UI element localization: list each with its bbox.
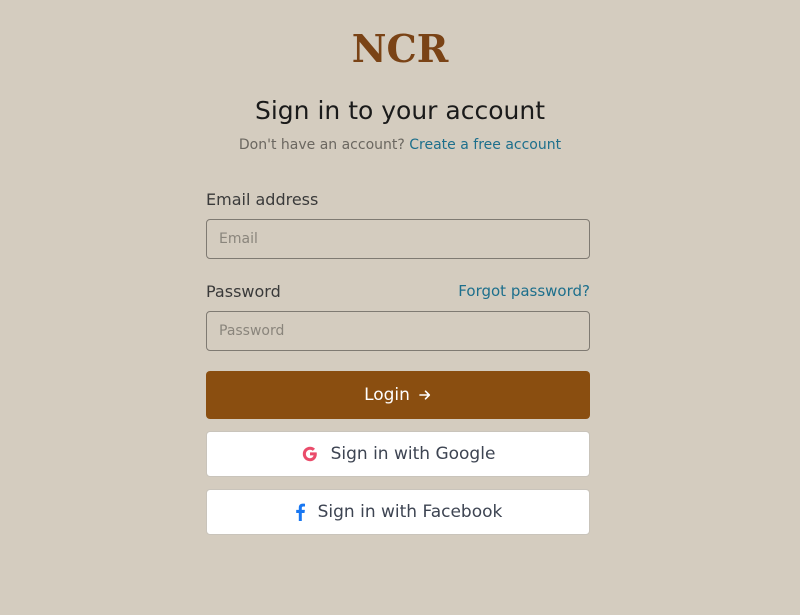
google-button-label: Sign in with Google (330, 444, 496, 464)
login-button-label: Login (364, 385, 410, 405)
facebook-icon (294, 503, 306, 521)
password-input[interactable] (206, 311, 590, 351)
google-icon (301, 445, 319, 463)
password-label: Password (206, 282, 281, 301)
google-signin-button[interactable]: Sign in with Google (206, 431, 590, 477)
facebook-button-label: Sign in with Facebook (317, 502, 503, 522)
email-input[interactable] (206, 219, 590, 259)
forgot-password-link[interactable]: Forgot password? (458, 282, 590, 300)
facebook-signin-button[interactable]: Sign in with Facebook (206, 489, 590, 535)
email-label: Email address (206, 190, 319, 209)
login-button[interactable]: Login (206, 371, 590, 419)
login-form: Email address Password Forgot password? … (206, 0, 590, 615)
arrow-right-icon (418, 388, 432, 402)
